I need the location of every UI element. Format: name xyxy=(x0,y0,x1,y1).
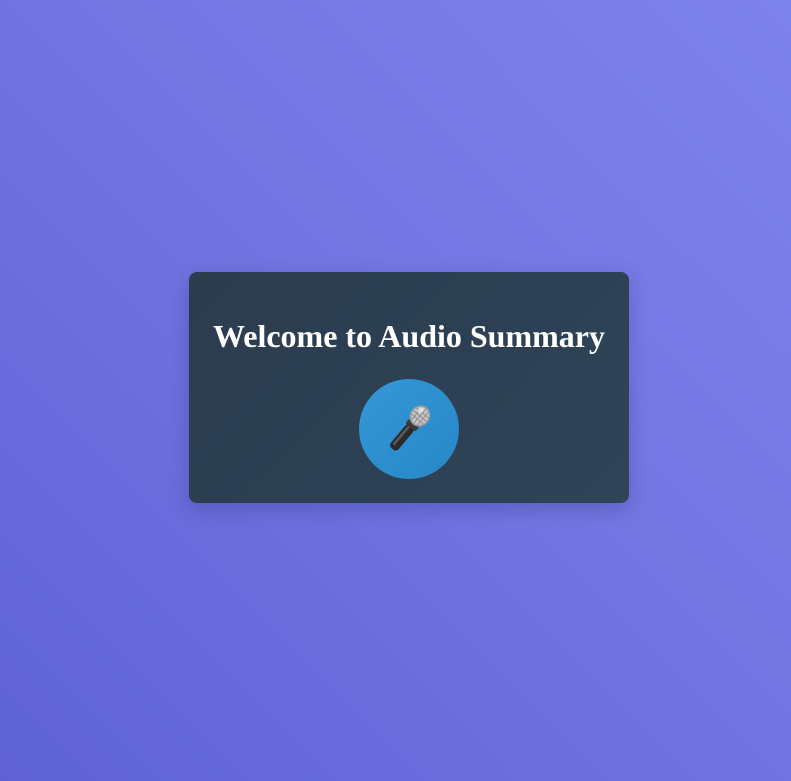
page-title: Welcome to Audio Summary xyxy=(213,318,605,354)
welcome-card: Welcome to Audio Summary xyxy=(189,272,629,503)
record-button[interactable] xyxy=(359,379,459,479)
microphone-icon xyxy=(390,405,431,451)
